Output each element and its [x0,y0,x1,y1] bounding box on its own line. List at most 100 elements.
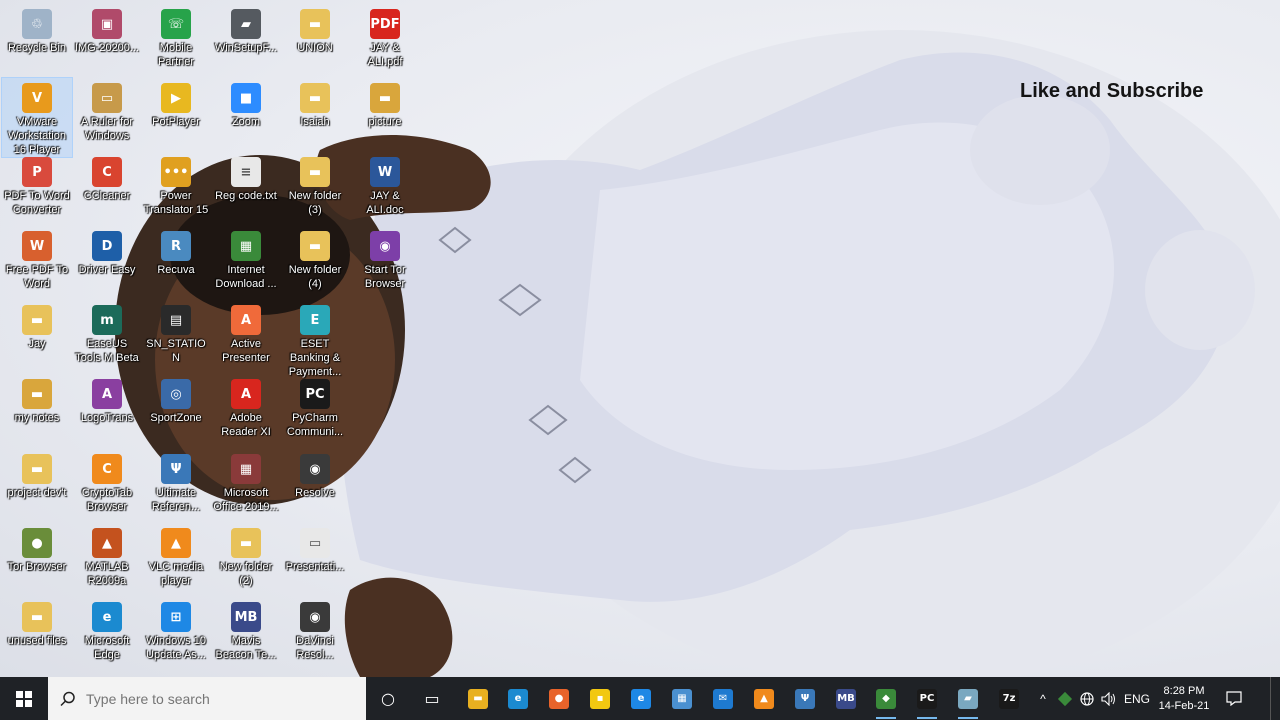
desktop-icon[interactable]: ▬ unused files [2,597,72,648]
desktop-icon[interactable]: ⊞ Windows 10 Update As... [141,597,211,662]
desktop-icon[interactable]: ▬ Jay [2,300,72,351]
desktop-icon[interactable]: ● Tor Browser [2,523,72,574]
desktop-icon[interactable]: ••• Power Translator 15 [141,152,211,217]
desktop-icon[interactable]: ▬ picture [350,78,420,129]
desktop-icon[interactable]: ▣ IMG-20200... [72,4,142,55]
store-button[interactable]: ▦ [662,677,702,720]
desktop-icon-label: picture [368,116,402,128]
task-view-button[interactable]: ▭ [412,677,452,720]
desktop-icon[interactable]: ☏ Mobile Partner [141,4,211,69]
desktop-icon[interactable]: ◉ DaVinci Resol... [280,597,350,662]
desktop-icon[interactable]: V VMware Workstation 16 Player [1,77,73,158]
desktop-icon[interactable]: ◎ SportZone [141,374,211,425]
file-explorer-button[interactable]: ▬ [458,677,498,720]
desktop-icon[interactable]: C CryptoTab Browser [72,449,142,514]
desktop-icon[interactable]: C CCleaner [72,152,142,203]
sn-station-icon: ▤ [161,305,191,335]
desktop-icon[interactable]: W Free PDF To Word [2,226,72,291]
language-indicator[interactable]: ENG [1122,677,1152,720]
search-input[interactable] [84,689,358,708]
pycharm-button[interactable]: PC [907,677,947,720]
cortana-icon: ○ [381,689,395,708]
folder-icon: ▬ [370,83,400,113]
desktop-icon-label: Jay [28,338,46,350]
desktop-icon[interactable]: ▦ Microsoft Office 2019... [211,449,281,514]
running-indicator [958,717,978,719]
vlc-button[interactable]: ▲ [744,677,784,720]
app-button-green[interactable]: ◆ [866,677,906,720]
ultimate-ref-button[interactable]: Ψ [785,677,825,720]
desktop-icon-label: New folder (4) [288,264,342,290]
desktop-icon[interactable]: P PDF To Word Converter [2,152,72,217]
sportzone-icon: ◎ [161,379,191,409]
network-button[interactable] [1077,677,1097,720]
desktop-icon[interactable]: A Adobe Reader XI [211,374,281,439]
firefox-button[interactable]: ● [539,677,579,720]
desktop-icon-label: Ultimate Referen... [151,487,201,513]
desktop-icon[interactable]: PDF JAY & ALI.pdf [350,4,420,69]
desktop-icon[interactable]: A LogoTrans [72,374,142,425]
desktop-icon[interactable]: ▲ MATLAB R2009a [72,523,142,588]
desktop-icon[interactable]: ▰ WinSetupF... [211,4,281,55]
desktop-icon[interactable]: ◉ Resolve [280,449,350,500]
show-desktop-button[interactable] [1270,677,1280,720]
desktop-icon[interactable]: ▬ New folder (2) [211,523,281,588]
desktop-icon[interactable]: m EaseUS Tools M Beta [72,300,142,365]
overlay-caption: Like and Subscribe [1020,80,1204,102]
desktop-icon[interactable]: ▭ A Ruler for Windows [72,78,142,143]
desktop-icon[interactable]: A Active Presenter [211,300,281,365]
desktop-icon[interactable]: ◉ Start Tor Browser [350,226,420,291]
7zip-button[interactable]: 7z [989,677,1029,720]
desktop-icon-label: PotPlayer [152,116,200,128]
cortana-button[interactable]: ○ [368,677,408,720]
desktop-icon[interactable]: E ESET Banking & Payment... [280,300,350,379]
start-tor-icon: ◉ [370,231,400,261]
desktop-icon[interactable]: ♲ Recycle Bin [2,4,72,55]
desktop-icon[interactable]: MB Mavis Beacon Te... [211,597,281,662]
desktop-icon[interactable]: ▬ project dev't [2,449,72,500]
desktop-icon[interactable]: ▶ PotPlayer [141,78,211,129]
desktop-icon[interactable]: W JAY & ALI.doc [350,152,420,217]
zoom-icon: ■ [231,83,261,113]
pycharm-icon: PC [917,688,937,709]
desktop-icon[interactable]: PC PyCharm Communi... [280,374,350,439]
desktop-icon[interactable]: ▬ my notes [2,374,72,425]
folder-icon: ▬ [300,83,330,113]
volume-button[interactable] [1099,677,1119,720]
internet-explorer-button[interactable]: e [621,677,661,720]
edge-button[interactable]: e [498,677,538,720]
folder-icon: ▬ [22,602,52,632]
desktop-icon[interactable]: ▭ Presentati... [280,523,350,574]
globe-icon [1080,691,1094,706]
usb-icon: ▰ [231,9,261,39]
desktop-icon[interactable]: ▲ VLC media player [141,523,211,588]
mail-button[interactable]: ✉ [703,677,743,720]
desktop-icon[interactable]: ▤ SN_STATION [141,300,211,365]
mavis-beacon-button[interactable]: MB [826,677,866,720]
desktop-icon-label: Mavis Beacon Te... [215,635,277,661]
desktop-icon[interactable]: ▬ New folder (4) [280,226,350,291]
desktop-icon[interactable]: ■ Zoom [211,78,281,129]
notes-app-button[interactable]: ▰ [948,677,988,720]
desktop-icon[interactable]: ▬ Isaiah [280,78,350,129]
mobile-partner-icon: ☏ [161,9,191,39]
action-center-button[interactable] [1218,677,1250,720]
desktop-icon[interactable]: Ψ Ultimate Referen... [141,449,211,514]
start-button[interactable] [0,677,48,720]
tray-app-icon[interactable] [1055,677,1075,720]
search-box[interactable] [48,677,366,720]
desktop-icon[interactable]: e Microsoft Edge [72,597,142,662]
easeus-icon: m [92,305,122,335]
desktop-icon[interactable]: ▬ New folder (3) [280,152,350,217]
show-hidden-icons-button[interactable]: ^ [1034,677,1052,720]
sticky-notes-button[interactable]: ▪ [580,677,620,720]
running-indicator [917,717,937,719]
desktop-icon[interactable]: ▦ Internet Download ... [211,226,281,291]
desktop-icon[interactable]: R Recuva [141,226,211,277]
desktop-icon[interactable]: D Driver Easy [72,226,142,277]
desktop-icon[interactable]: ▬ UNION [280,4,350,55]
eset-icon: E [300,305,330,335]
desktop-icon-label: ESET Banking & Payment... [288,338,342,378]
clock[interactable]: 8:28 PM 14-Feb-21 [1152,677,1216,720]
desktop-icon[interactable]: ≡ Reg code.txt [211,152,281,203]
